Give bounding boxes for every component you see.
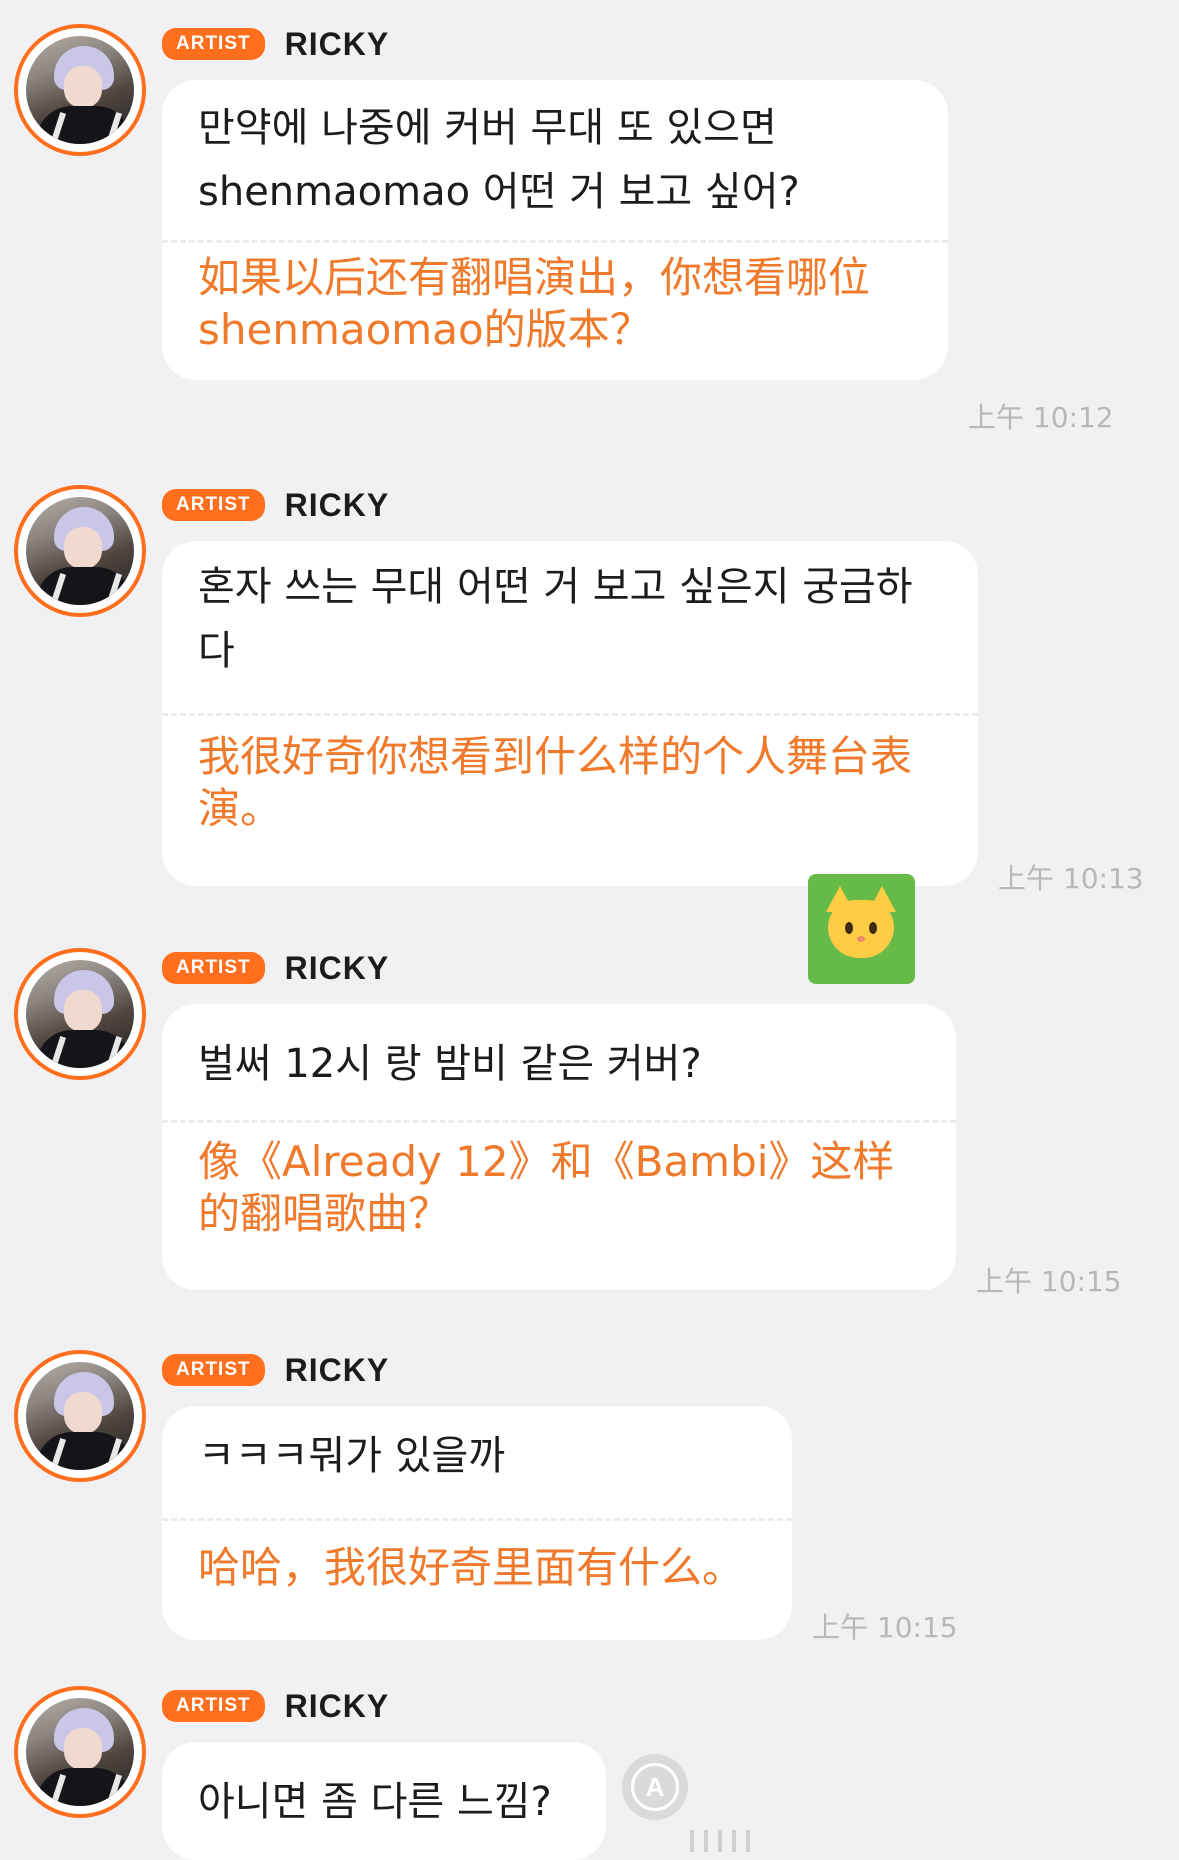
chinese-translation: 哈哈，我很好奇里面有什么。	[198, 1543, 745, 1592]
timestamp: 上午 10:13	[998, 862, 1144, 895]
message-header: ARTIST RICKY	[162, 1350, 389, 1390]
korean-text: 벌써 12시 랑 밤비 같은 커버?	[198, 1041, 702, 1087]
message-header: ARTIST RICKY	[162, 24, 389, 64]
divider	[162, 240, 948, 243]
avatar[interactable]	[14, 485, 146, 617]
avatar[interactable]	[14, 1686, 146, 1818]
avatar[interactable]	[14, 1350, 146, 1482]
avatar[interactable]	[14, 24, 146, 156]
sender-name: RICKY	[284, 949, 390, 986]
korean-text: 만약에 나중에 커버 무대 또 있으면 shenmaomao 어떤 거 보고 싶…	[198, 105, 800, 215]
korean-text: 아니면 좀 다른 느낌?	[198, 1779, 552, 1825]
artist-badge: ARTIST	[162, 1690, 265, 1722]
message-header: ARTIST RICKY	[162, 485, 389, 525]
artist-badge: ARTIST	[162, 28, 265, 60]
chinese-translation: 如果以后还有翻唱演出，你想看哪位 shenmaomao的版本？	[198, 253, 871, 354]
avatar[interactable]	[14, 948, 146, 1080]
timestamp: 上午 10:12	[968, 401, 1114, 434]
divider	[162, 1120, 956, 1123]
scroll-indicator	[690, 1830, 760, 1856]
message-bubble[interactable]: ㅋㅋㅋ뭐가 있을까 哈哈，我很好奇里面有什么。	[162, 1406, 792, 1640]
divider	[162, 713, 978, 716]
floating-action-button[interactable]: A	[622, 1754, 688, 1820]
sender-name: RICKY	[284, 25, 390, 62]
artist-badge: ARTIST	[162, 1354, 265, 1386]
message-bubble[interactable]: 만약에 나중에 커버 무대 또 있으면 shenmaomao 어떤 거 보고 싶…	[162, 80, 948, 380]
artist-badge: ARTIST	[162, 952, 265, 984]
chinese-translation: 像《Already 12》和《Bambi》这样的翻唱歌曲？	[198, 1137, 895, 1238]
timestamp: 上午 10:15	[812, 1611, 958, 1644]
a-circle-icon: A	[631, 1763, 679, 1811]
sticker-reaction[interactable]	[808, 874, 915, 984]
artist-badge: ARTIST	[162, 489, 265, 521]
message-header: ARTIST RICKY	[162, 1686, 389, 1726]
timestamp: 上午 10:15	[976, 1265, 1122, 1298]
message-header: ARTIST RICKY	[162, 948, 389, 988]
message-bubble[interactable]: 벌써 12시 랑 밤비 같은 커버? 像《Already 12》和《Bambi》…	[162, 1004, 956, 1290]
sender-name: RICKY	[284, 1351, 390, 1388]
message-bubble[interactable]: 혼자 쓰는 무대 어떤 거 보고 싶은지 궁금하다 我很好奇你想看到什么样的个人…	[162, 541, 978, 886]
sender-name: RICKY	[284, 486, 390, 523]
korean-text: ㅋㅋㅋ뭐가 있을까	[198, 1433, 506, 1479]
sender-name: RICKY	[284, 1687, 390, 1724]
korean-text: 혼자 쓰는 무대 어떤 거 보고 싶은지 궁금하다	[198, 564, 913, 674]
chinese-translation: 我很好奇你想看到什么样的个人舞台表演。	[198, 732, 913, 833]
message-bubble[interactable]: 아니면 좀 다른 느낌?	[162, 1742, 606, 1860]
divider	[162, 1518, 792, 1521]
cat-face-icon	[826, 886, 896, 958]
